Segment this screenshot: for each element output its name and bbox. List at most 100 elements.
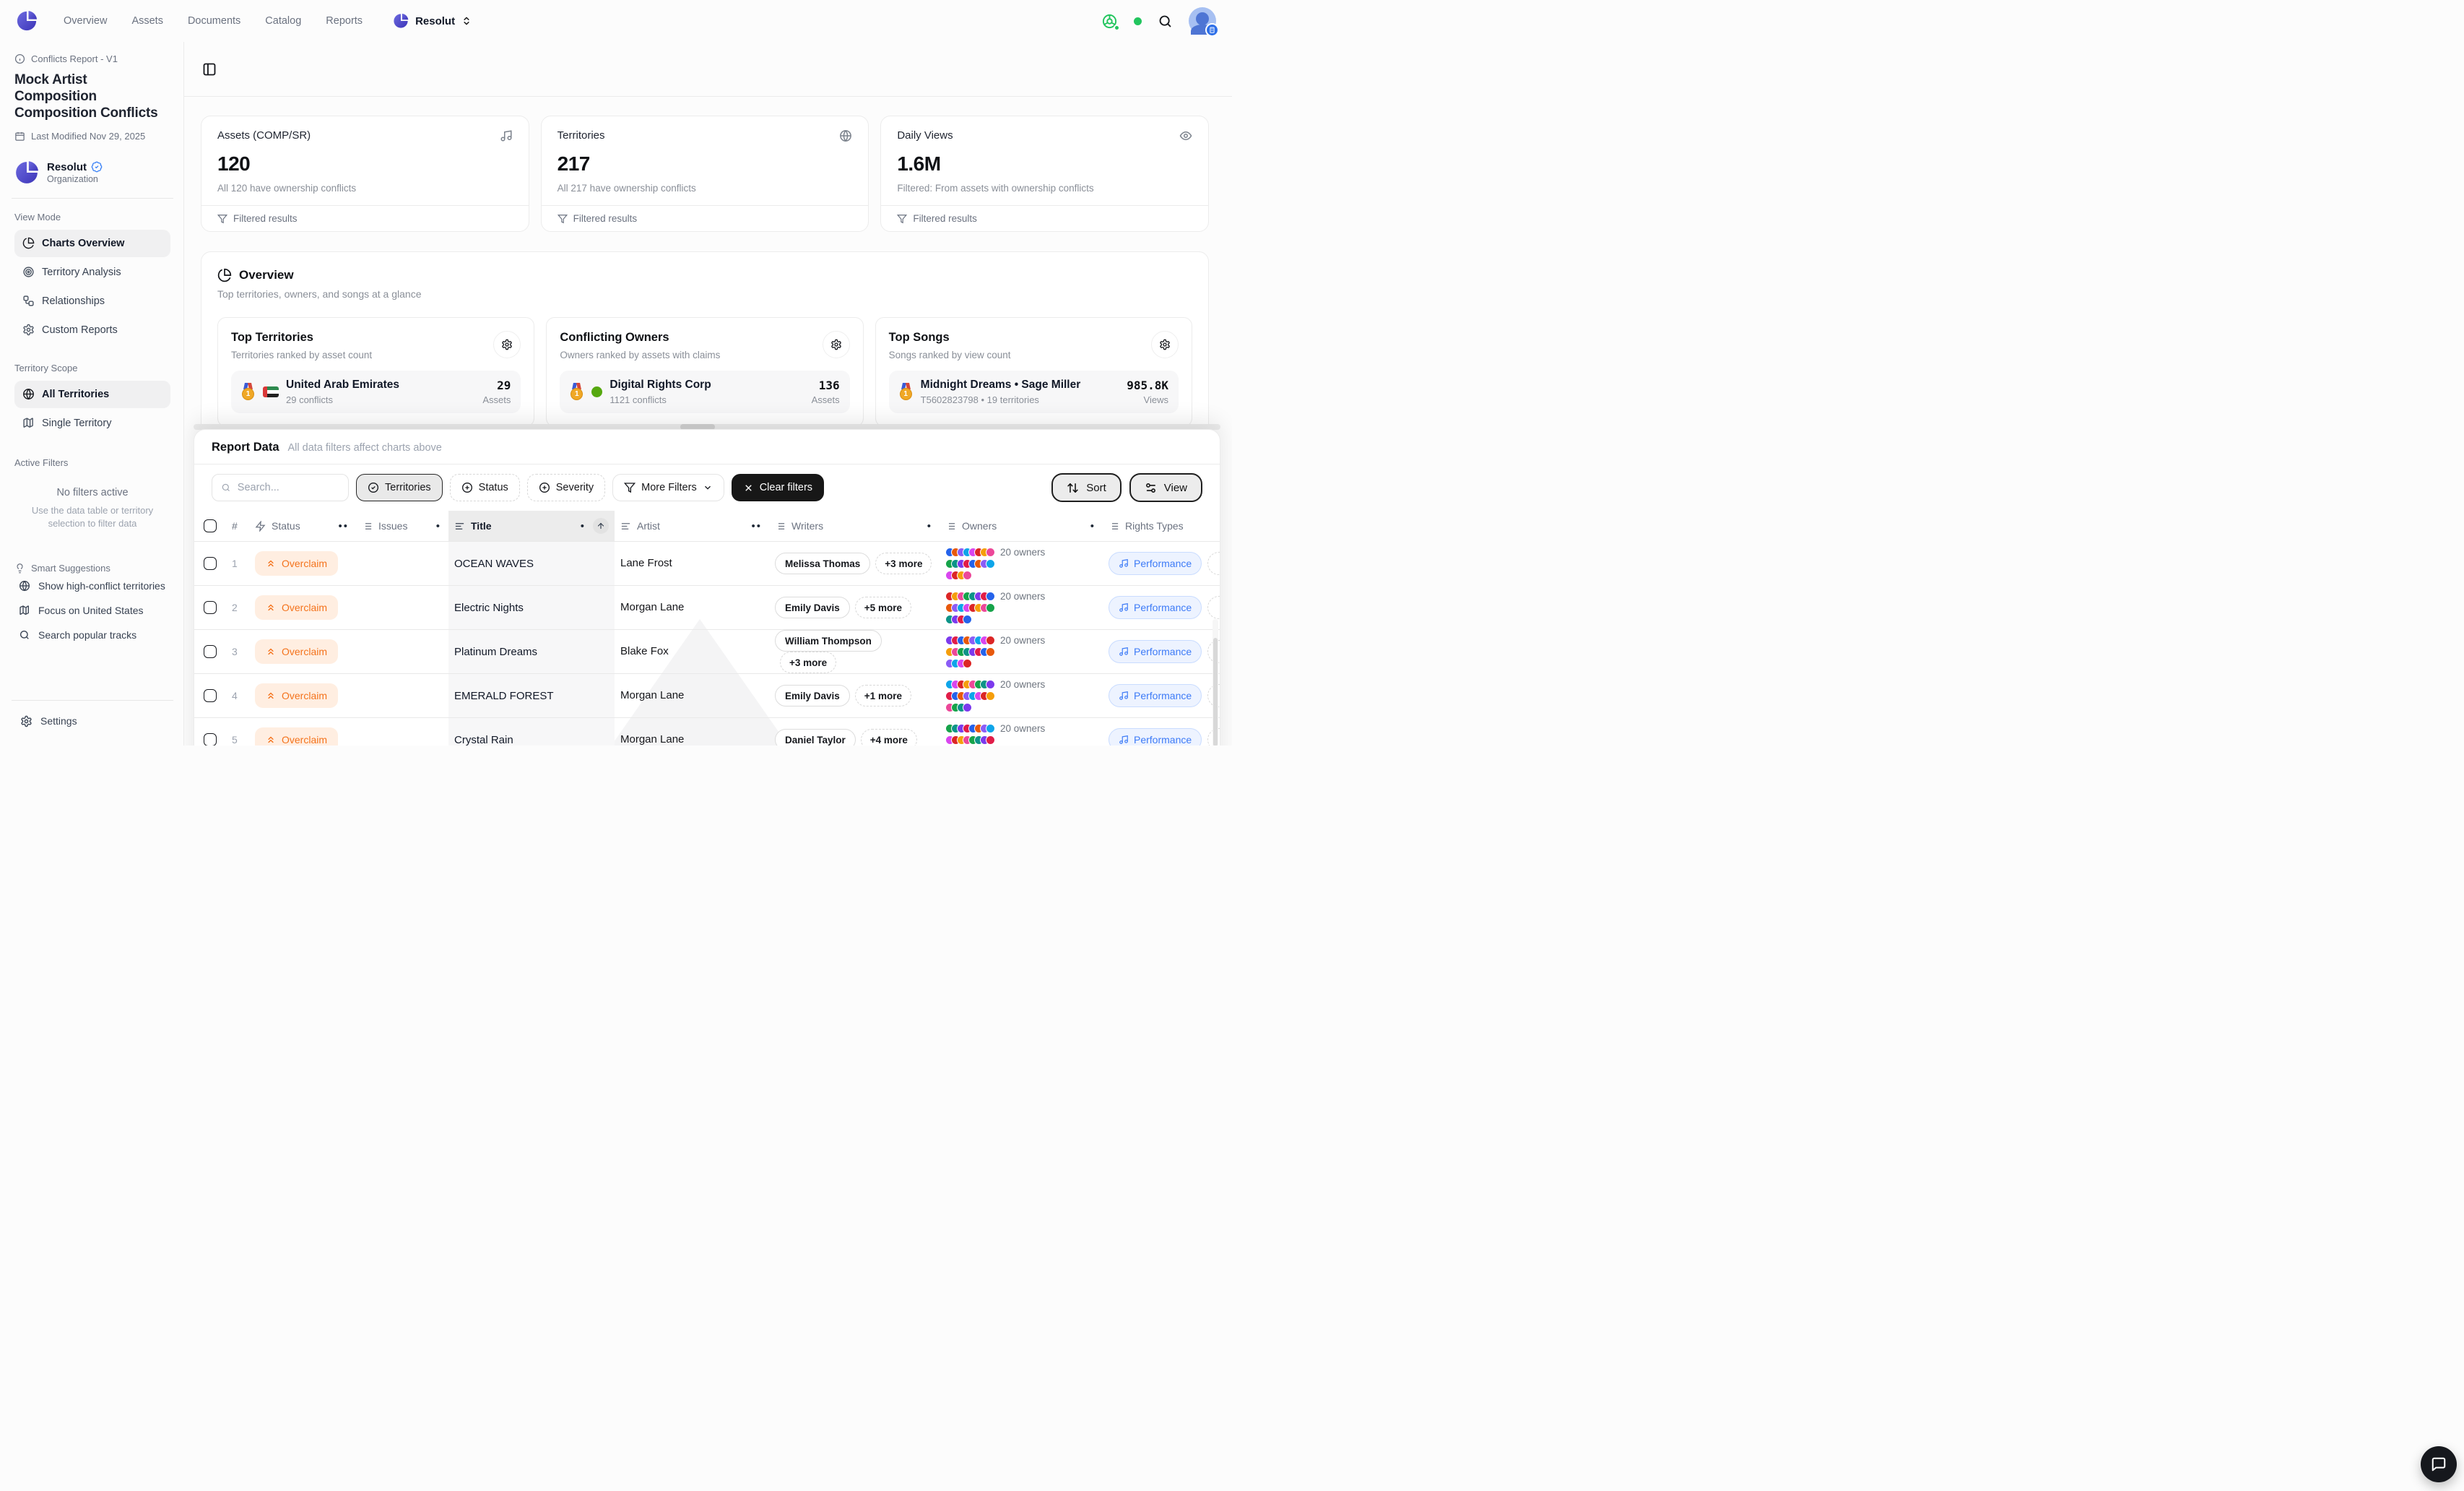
user-avatar[interactable]	[1189, 7, 1216, 35]
column-header-writers[interactable]: Writers	[769, 511, 940, 541]
clear-filters-button[interactable]: Clear filters	[732, 474, 824, 501]
table-row[interactable]: 4 Overclaim EMERALD FOREST Morgan Lane E…	[194, 673, 1220, 717]
status-badge[interactable]: Overclaim	[255, 639, 338, 664]
more-writers-chip[interactable]: +3 more	[780, 652, 836, 673]
column-header-status[interactable]: Status	[249, 511, 356, 541]
row-checkbox[interactable]	[204, 689, 217, 702]
rights-type-chip[interactable]: Performance	[1109, 596, 1202, 619]
target-icon	[22, 266, 35, 278]
more-filters-button[interactable]: More Filters	[612, 474, 724, 501]
table-row[interactable]: 2 Overclaim Electric Nights Morgan Lane …	[194, 585, 1220, 629]
nav-overview[interactable]: Overview	[64, 15, 107, 27]
select-all-checkbox[interactable]	[204, 519, 217, 532]
org-card[interactable]: Resolut Organization	[14, 160, 170, 185]
sidebar-item-territory-analysis[interactable]: Territory Analysis	[14, 259, 170, 286]
sidebar-item-label: Relationships	[42, 295, 105, 307]
sidebar-item-settings[interactable]: Settings	[14, 706, 170, 735]
more-writers-chip[interactable]: +4 more	[861, 729, 917, 746]
sidebar-toggle-button[interactable]	[198, 58, 221, 81]
stat-subtitle: Filtered: From assets with ownership con…	[897, 183, 1192, 194]
rights-type-chip[interactable]: Performance	[1109, 640, 1202, 663]
sidebar-item-charts-overview[interactable]: Charts Overview	[14, 230, 170, 257]
rights-type-chip[interactable]: Performance	[1109, 684, 1202, 707]
filter-chip-severity[interactable]: Severity	[527, 474, 605, 501]
suggestion-high-conflict-territories[interactable]: Show high-conflict territories	[14, 574, 170, 598]
rank-item-owner[interactable]: 1 Digital Rights Corp 1121 conflicts 136…	[560, 371, 849, 413]
song-title: Electric Nights	[454, 602, 524, 614]
view-button[interactable]: View	[1129, 473, 1202, 502]
report-title: Mock Artist Composition Composition Conf…	[14, 72, 170, 122]
report-data-title: Report Data	[212, 441, 279, 454]
column-header-num[interactable]: #	[226, 511, 249, 541]
nav-documents[interactable]: Documents	[188, 15, 240, 27]
filter-chip-territories[interactable]: Territories	[356, 474, 443, 501]
writer-chip[interactable]: Emily Davis	[775, 597, 850, 618]
top-songs-card: Top Songs Songs ranked by view count 1 M…	[875, 317, 1192, 427]
sort-ascending-indicator[interactable]	[593, 518, 609, 534]
main-area: Assets (COMP/SR) 120 All 120 have owners…	[184, 42, 1232, 746]
row-checkbox[interactable]	[204, 645, 217, 658]
table-row[interactable]: 1 Overclaim OCEAN WAVES Lane Frost Melis…	[194, 541, 1220, 585]
column-header-owners[interactable]: Owners	[940, 511, 1103, 541]
primary-nav: Overview Assets Documents Catalog Report…	[64, 15, 363, 27]
row-checkbox[interactable]	[204, 601, 217, 614]
status-cell: Overclaim	[249, 639, 356, 664]
vertical-scrollbar-thumb[interactable]	[1213, 638, 1218, 746]
search-input[interactable]	[238, 482, 339, 493]
row-number: 1	[226, 558, 249, 569]
rights-type-chip[interactable]: Performance	[1109, 552, 1202, 575]
suggestion-focus-united-states[interactable]: Focus on United States	[14, 598, 170, 623]
nav-reports[interactable]: Reports	[326, 15, 363, 27]
table-row[interactable]: 3 Overclaim Platinum Dreams Blake Fox Wi…	[194, 629, 1220, 673]
writer-chip[interactable]: William Thompson	[775, 630, 882, 652]
status-badge[interactable]: Overclaim	[255, 727, 338, 746]
writer-chip[interactable]: Melissa Thomas	[775, 553, 870, 574]
suggestion-search-popular-tracks[interactable]: Search popular tracks	[14, 623, 170, 647]
more-writers-chip[interactable]: +5 more	[855, 597, 911, 618]
extension-status-icon[interactable]	[1101, 13, 1118, 30]
writer-chip[interactable]: Emily Davis	[775, 685, 850, 706]
last-modified-label: Last Modified Nov 29, 2025	[31, 131, 145, 142]
gear-icon	[20, 715, 32, 727]
nav-assets[interactable]: Assets	[131, 15, 163, 27]
card-settings-button[interactable]	[1151, 331, 1179, 358]
more-writers-chip[interactable]: +1 more	[855, 685, 911, 706]
row-checkbox[interactable]	[204, 733, 217, 746]
conflicting-owners-card: Conflicting Owners Owners ranked by asse…	[546, 317, 863, 427]
more-writers-chip[interactable]: +3 more	[875, 553, 932, 574]
column-header-artist[interactable]: Artist	[615, 511, 769, 541]
sidebar-item-single-territory[interactable]: Single Territory	[14, 410, 170, 437]
status-badge[interactable]: Overclaim	[255, 551, 338, 576]
writer-chip[interactable]: Daniel Taylor	[775, 729, 856, 746]
active-filters-label: Active Filters	[14, 457, 170, 468]
rank-item-territory[interactable]: 1 United Arab Emirates 29 conflicts 29 A…	[231, 371, 521, 413]
sidebar-item-all-territories[interactable]: All Territories	[14, 381, 170, 408]
rank-item-song[interactable]: 1 Midnight Dreams • Sage Miller T5602823…	[889, 371, 1179, 413]
more-rights-chip[interactable]	[1207, 552, 1220, 575]
rights-type-chip[interactable]: Performance	[1109, 728, 1202, 746]
sidebar-item-custom-reports[interactable]: Custom Reports	[14, 316, 170, 344]
owners-count-label: 20 owners	[1000, 679, 1045, 690]
card-settings-button[interactable]	[493, 331, 521, 358]
column-header-rights-types[interactable]: Rights Types	[1103, 511, 1220, 541]
filter-chip-status[interactable]: Status	[450, 474, 520, 501]
row-checkbox[interactable]	[204, 557, 217, 570]
report-data-panel: Report Data All data filters affect char…	[194, 429, 1220, 746]
column-header-title[interactable]: Title	[448, 511, 615, 541]
column-header-issues[interactable]: Issues	[356, 511, 448, 541]
sidebar-item-relationships[interactable]: Relationships	[14, 288, 170, 315]
table-row[interactable]: 5 Overclaim Crystal Rain Morgan Lane Dan…	[194, 717, 1220, 746]
org-switcher[interactable]: Resolut	[393, 13, 472, 29]
status-badge[interactable]: Overclaim	[255, 595, 338, 620]
more-rights-chip[interactable]	[1207, 596, 1220, 619]
card-settings-button[interactable]	[823, 331, 850, 358]
status-badge[interactable]: Overclaim	[255, 683, 338, 708]
owner-avatar-dot	[986, 735, 995, 745]
divider	[12, 700, 173, 701]
brand-logo-icon[interactable]	[16, 10, 38, 32]
rights-cell: Performance	[1103, 684, 1220, 707]
sort-button[interactable]: Sort	[1051, 473, 1122, 502]
search-icon[interactable]	[1158, 14, 1173, 29]
column-grip-icon	[338, 520, 350, 532]
nav-catalog[interactable]: Catalog	[265, 15, 301, 27]
